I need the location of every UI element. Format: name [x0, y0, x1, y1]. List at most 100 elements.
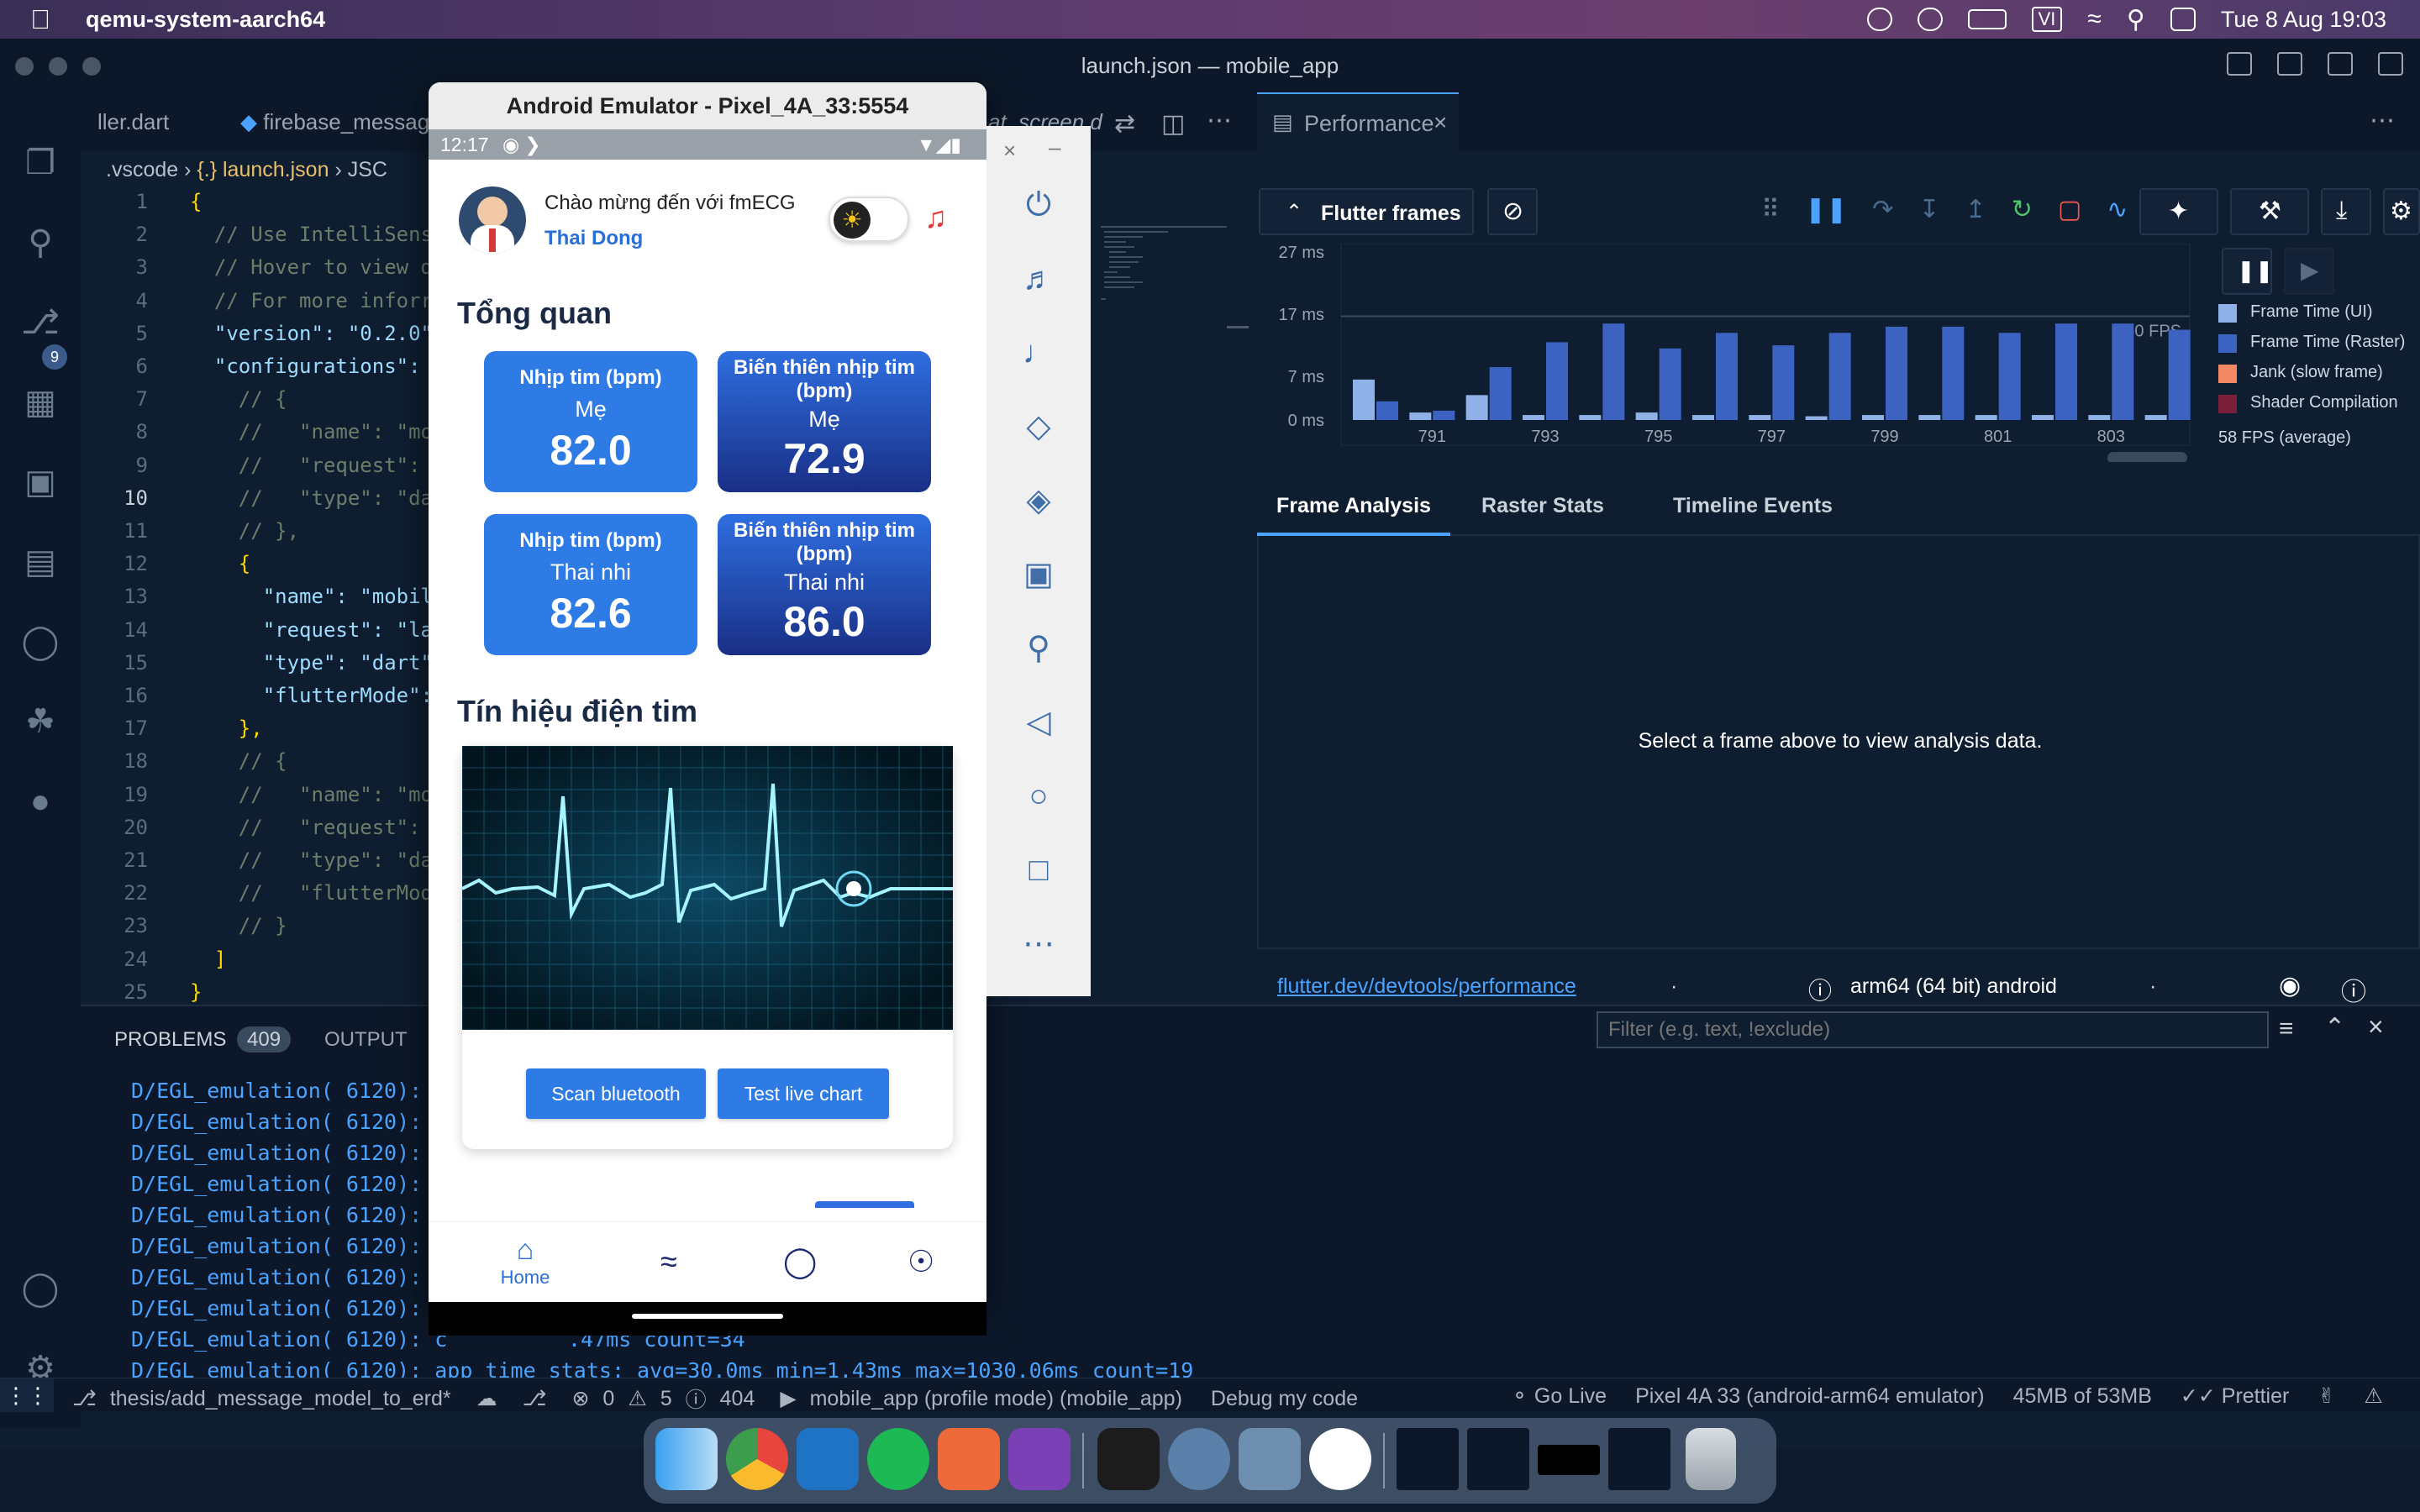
code-line[interactable]: "flutterMode":: [190, 684, 433, 707]
code-line[interactable]: // "name": "mo: [190, 420, 433, 444]
step-into-icon[interactable]: ↧: [1918, 195, 1939, 224]
customize-layout-icon[interactable]: [2378, 52, 2403, 76]
minimized-window-icon[interactable]: [1608, 1428, 1670, 1490]
git-graph-icon[interactable]: ◯: [20, 622, 60, 662]
bar-ui-frame-time[interactable]: [2088, 415, 2111, 420]
tab-frame-analysis[interactable]: Frame Analysis: [1257, 479, 1450, 536]
device-selector[interactable]: Pixel 4A 33 (android-arm64 emulator): [1635, 1384, 1984, 1409]
volume-up-icon[interactable]: ♬: [1018, 259, 1059, 299]
extended-controls-icon[interactable]: ⋯: [1018, 924, 1059, 964]
devtools-docs-link[interactable]: flutter.dev/devtools/performance: [1277, 974, 1576, 999]
card-maternal-heart-rate[interactable]: Nhịp tim (bpm) Mẹ 82.0: [484, 351, 697, 492]
bar-ui-frame-time[interactable]: [1692, 415, 1714, 420]
code-line[interactable]: // Use IntelliSens: [190, 223, 433, 246]
bar-ui-frame-time[interactable]: [1805, 416, 1828, 420]
nav-home[interactable]: ⌂ Home: [487, 1234, 563, 1289]
test-live-chart-button[interactable]: Test live chart: [718, 1068, 889, 1119]
more-actions-icon[interactable]: ⋯: [1207, 106, 1232, 135]
code-line[interactable]: // "flutterMode: [190, 881, 445, 905]
android-emulator-dock-icon[interactable]: [1309, 1428, 1371, 1490]
live-share-icon[interactable]: ☘: [20, 701, 60, 742]
nav-profile-icon[interactable]: ☉: [908, 1244, 934, 1279]
code-line[interactable]: // "request":: [190, 816, 421, 839]
tab-raster-stats[interactable]: Raster Stats: [1450, 479, 1635, 536]
sync-icon[interactable]: ☁: [476, 1386, 497, 1411]
code-line[interactable]: // Hover to view d: [190, 255, 433, 279]
explorer-icon[interactable]: ❐: [20, 143, 60, 183]
resume-frames-button[interactable]: ▶: [2284, 248, 2334, 295]
bar-raster-frame-time[interactable]: [1886, 326, 1907, 420]
tab-controller-dart[interactable]: ller.dart: [81, 92, 186, 151]
code-line[interactable]: // For more inforr: [190, 289, 433, 312]
hot-restart-icon[interactable]: ↻: [2012, 195, 2033, 224]
notification-bell-icon[interactable]: ♫: [924, 200, 947, 235]
rotate-right-icon[interactable]: ◈: [1018, 480, 1059, 521]
bar-ui-frame-time[interactable]: [1523, 415, 1544, 420]
code-line[interactable]: // "request":: [190, 454, 421, 477]
bar-ui-frame-time[interactable]: [2144, 415, 2167, 420]
bar-ui-frame-time[interactable]: [1409, 412, 1432, 420]
source-control-icon[interactable]: ⎇: [20, 302, 60, 343]
spotlight-search-icon[interactable]: ⚲: [2127, 5, 2145, 34]
tab-performance[interactable]: ▤ Performance ×: [1257, 92, 1459, 151]
tab-firebase-messaging[interactable]: ◆ firebase_messag: [224, 92, 446, 151]
info-count[interactable]: 404: [720, 1387, 755, 1411]
code-line[interactable]: "name": "mobil: [190, 585, 433, 608]
help-icon[interactable]: ⓘ: [2341, 971, 2366, 1008]
code-line[interactable]: "type": "dart": [190, 651, 433, 675]
git-branch[interactable]: thesis/add_message_model_to_erd*: [110, 1387, 451, 1411]
avatar[interactable]: [459, 186, 526, 254]
control-center-icon[interactable]: [2170, 8, 2196, 31]
bar-raster-frame-time[interactable]: [1828, 333, 1851, 420]
pause-frames-button[interactable]: ❚❚: [2222, 248, 2274, 295]
bar-raster-frame-time[interactable]: [2112, 323, 2134, 420]
scan-bluetooth-button[interactable]: Scan bluetooth: [526, 1068, 706, 1119]
code-line[interactable]: ]: [190, 948, 226, 971]
tab-timeline-events[interactable]: Timeline Events: [1635, 479, 1870, 536]
clear-button[interactable]: ⊘: [1487, 188, 1538, 235]
emulator-title[interactable]: Android Emulator - Pixel_4A_33:5554: [429, 82, 986, 129]
minimap[interactable]: [1092, 223, 1235, 324]
notifications-bell-icon[interactable]: ⚠: [2364, 1383, 2382, 1409]
feedback-icon[interactable]: ✌: [2317, 1383, 2335, 1409]
zoom-icon[interactable]: ⚲: [1018, 628, 1059, 669]
code-line[interactable]: // }: [190, 914, 287, 937]
bar-ui-frame-time[interactable]: [1975, 415, 1997, 420]
bar-raster-frame-time[interactable]: [1659, 348, 1681, 420]
memory-usage[interactable]: 45MB of 53MB: [2013, 1384, 2152, 1409]
bar-raster-frame-time[interactable]: [1546, 342, 1568, 420]
toggle-sidebar-icon[interactable]: [2227, 52, 2252, 76]
power-icon[interactable]: ⏻: [1018, 185, 1059, 225]
stop-icon[interactable]: ▢: [2058, 195, 2081, 224]
code-line[interactable]: {: [190, 190, 202, 213]
theme-toggle[interactable]: ☀: [829, 197, 909, 242]
card-maternal-hrv[interactable]: Biến thiên nhịp tim (bpm) Mẹ 72.9: [718, 351, 931, 492]
more-debugging-options-button[interactable]: ⚒: [2230, 188, 2309, 235]
output-filter-input[interactable]: [1597, 1011, 2269, 1048]
bar-ui-frame-time[interactable]: [2032, 415, 2054, 420]
play-icon[interactable]: [1866, 8, 1892, 31]
code-line[interactable]: "configurations": [: [190, 354, 445, 378]
breadcrumb-folder[interactable]: .vscode: [106, 158, 178, 181]
extensions-icon[interactable]: ▦: [20, 382, 60, 423]
code-line[interactable]: }: [190, 980, 202, 1004]
bar-ui-frame-time[interactable]: [1862, 415, 1884, 420]
search-icon[interactable]: ⚲: [20, 223, 60, 263]
flutter-frames-chart[interactable]: 27 ms17 ms7 ms0 ms 60 FPS 791 793 795 797 79…: [1257, 244, 2207, 462]
volume-down-icon[interactable]: ♩: [1018, 333, 1059, 373]
battery-icon[interactable]: [1967, 9, 2007, 29]
code-line[interactable]: // {: [190, 387, 287, 411]
code-line[interactable]: "version": "0.2.0": [190, 322, 433, 345]
user-icon[interactable]: [1917, 8, 1943, 31]
back-icon[interactable]: ◁: [1018, 702, 1059, 743]
bug-report-icon[interactable]: ◉: [2279, 971, 2301, 1000]
bar-ui-frame-time[interactable]: [1749, 415, 1771, 420]
card-fetal-heart-rate[interactable]: Nhịp tim (bpm) Thai nhi 82.6: [484, 514, 697, 655]
open-changes-icon[interactable]: ⇄: [1114, 109, 1135, 139]
bar-raster-frame-time[interactable]: [1602, 323, 1625, 420]
flutter-frames-toggle[interactable]: ⌃ Flutter frames: [1259, 188, 1474, 235]
minimized-window-icon[interactable]: [1397, 1428, 1459, 1490]
more-actions-icon[interactable]: ⋯: [2370, 106, 2395, 135]
chrome-icon[interactable]: [726, 1428, 788, 1490]
maximize-panel-icon[interactable]: ⌃: [2324, 1013, 2345, 1042]
